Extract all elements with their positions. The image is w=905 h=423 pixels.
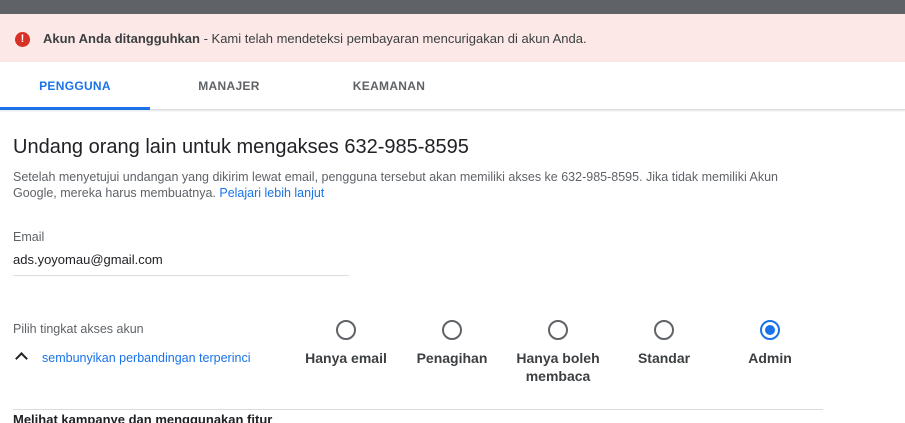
alert-title: Akun Anda ditangguhkan [43, 31, 200, 46]
tab-manajer[interactable]: MANAJER [150, 62, 308, 110]
divider [13, 409, 823, 410]
access-option-label: Hanya email [305, 350, 387, 366]
access-option-penagihan[interactable]: Penagihan [397, 320, 507, 367]
access-option-label: Admin [748, 350, 792, 366]
access-option-standar[interactable]: Standar [609, 320, 719, 367]
access-option-label: Standar [637, 350, 691, 366]
error-icon: ! [15, 32, 30, 47]
active-tab-indicator [0, 107, 150, 110]
learn-more-link[interactable]: Pelajari lebih lanjut [219, 186, 324, 200]
access-option-admin[interactable]: Admin [715, 320, 825, 367]
radio-admin[interactable] [760, 320, 780, 340]
radio-penagihan[interactable] [442, 320, 462, 340]
access-option-label: Penagihan [416, 350, 488, 366]
tab-pengguna[interactable]: PENGGUNA [0, 62, 150, 110]
page-title: Undang orang lain untuk mengakses 632-98… [13, 136, 469, 158]
radio-hanya-boleh-membaca[interactable] [548, 320, 568, 340]
comparison-section-heading: Melihat kampanye dan menggunakan fitur [13, 412, 273, 423]
page-description: Setelah menyetujui undangan yang dikirim… [13, 169, 823, 201]
access-option-hanya-boleh-membaca[interactable]: Hanya boleh membaca [503, 320, 613, 385]
suspension-alert: ! Akun Anda ditangguhkan - Kami telah me… [0, 14, 905, 62]
alert-separator: - [199, 31, 212, 46]
alert-message: Kami telah mendeteksi pembayaran mencuri… [211, 31, 587, 46]
radio-hanya-email[interactable] [336, 320, 356, 340]
comparison-toggle-label: sembunyikan perbandingan terperinci [42, 351, 251, 365]
tab-bar: PENGGUNA MANAJER KEAMANAN [0, 62, 905, 110]
access-level-label: Pilih tingkat akses akun [13, 322, 144, 336]
access-option-label: Hanya boleh membaca [516, 350, 600, 384]
chevron-up-icon [15, 352, 28, 365]
email-field-label: Email [13, 230, 45, 244]
description-text: Setelah menyetujui undangan yang dikirim… [13, 170, 779, 200]
email-field-underline [13, 275, 349, 276]
top-bar [0, 0, 905, 14]
radio-standar[interactable] [654, 320, 674, 340]
alert-text: Akun Anda ditangguhkan - Kami telah mend… [43, 31, 587, 46]
access-option-hanya-email[interactable]: Hanya email [291, 320, 401, 367]
email-field[interactable]: ads.yoyomau@gmail.com [13, 252, 163, 267]
tab-keamanan[interactable]: KEAMANAN [308, 62, 470, 110]
